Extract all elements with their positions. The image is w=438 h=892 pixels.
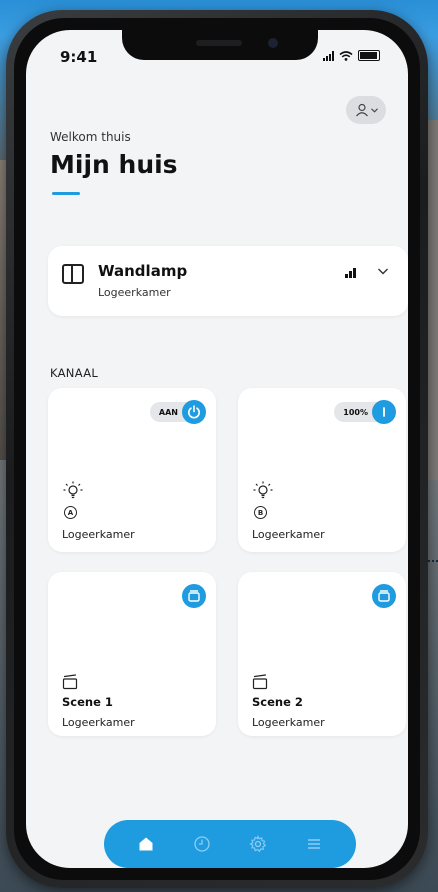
device-card[interactable]: Wandlamp Logeerkamer [48, 246, 408, 316]
speaker-grille [196, 40, 242, 46]
channel-tile-b[interactable]: 100% B Logeerkamer [238, 388, 406, 552]
app-screen: 9:41 Welkom thuis Mijn huis Wandlamp Log… [26, 30, 408, 868]
clock-icon [194, 836, 210, 852]
cellular-signal-icon [323, 50, 334, 61]
phone-bezel: 9:41 Welkom thuis Mijn huis Wandlamp Log… [14, 18, 420, 880]
scene-activate-button[interactable] [372, 584, 396, 608]
status-icons [323, 50, 380, 61]
home-icon [139, 837, 153, 851]
scene-activate-button[interactable] [182, 584, 206, 608]
phone-notch [122, 30, 318, 60]
scene-icon [378, 590, 390, 602]
gear-icon [249, 835, 267, 853]
device-name: Wandlamp [98, 262, 188, 280]
title-accent-bar [52, 192, 80, 195]
chevron-down-icon [370, 107, 378, 113]
page-title: Mijn huis [50, 150, 178, 179]
status-time: 9:41 [60, 48, 98, 66]
channel-room: Logeerkamer [252, 528, 325, 541]
wifi-icon [339, 50, 353, 61]
section-label: KANAAL [50, 366, 99, 380]
chevron-down-icon[interactable] [376, 264, 390, 278]
scene-tile-2[interactable]: Scene 2 Logeerkamer [238, 572, 406, 736]
scene-icon [252, 674, 268, 690]
menu-icon [308, 839, 320, 849]
channel-room: Logeerkamer [62, 528, 135, 541]
device-signal-icon [345, 268, 356, 278]
info-button[interactable] [372, 400, 396, 424]
scene-room: Logeerkamer [252, 716, 325, 729]
light-bulb-icon [253, 481, 273, 499]
scene-icon [62, 674, 78, 690]
bottom-tab-bar [104, 820, 356, 868]
scene-room: Logeerkamer [62, 716, 135, 729]
profile-button[interactable] [346, 96, 386, 124]
scene-tile-1[interactable]: Scene 1 Logeerkamer [48, 572, 216, 736]
channel-tile-a[interactable]: AAN A Logeerkamer [48, 388, 216, 552]
device-room: Logeerkamer [98, 286, 171, 299]
tab-settings[interactable] [246, 832, 270, 856]
wall-lamp-icon [62, 264, 84, 284]
light-bulb-icon [63, 481, 83, 499]
user-icon [355, 103, 368, 117]
channel-letter: B [254, 506, 267, 519]
scene-icon [188, 590, 200, 602]
welcome-text: Welkom thuis [50, 130, 131, 144]
battery-icon [358, 50, 380, 61]
info-icon [383, 407, 385, 417]
phone-frame: 9:41 Welkom thuis Mijn huis Wandlamp Log… [6, 10, 428, 888]
front-camera [268, 38, 278, 48]
tab-menu[interactable] [302, 832, 326, 856]
scene-name: Scene 2 [252, 695, 303, 709]
power-icon [188, 405, 200, 419]
scene-name: Scene 1 [62, 695, 113, 709]
tab-home[interactable] [134, 832, 158, 856]
channel-letter: A [64, 506, 77, 519]
tab-timer[interactable] [190, 832, 214, 856]
power-button[interactable] [182, 400, 206, 424]
